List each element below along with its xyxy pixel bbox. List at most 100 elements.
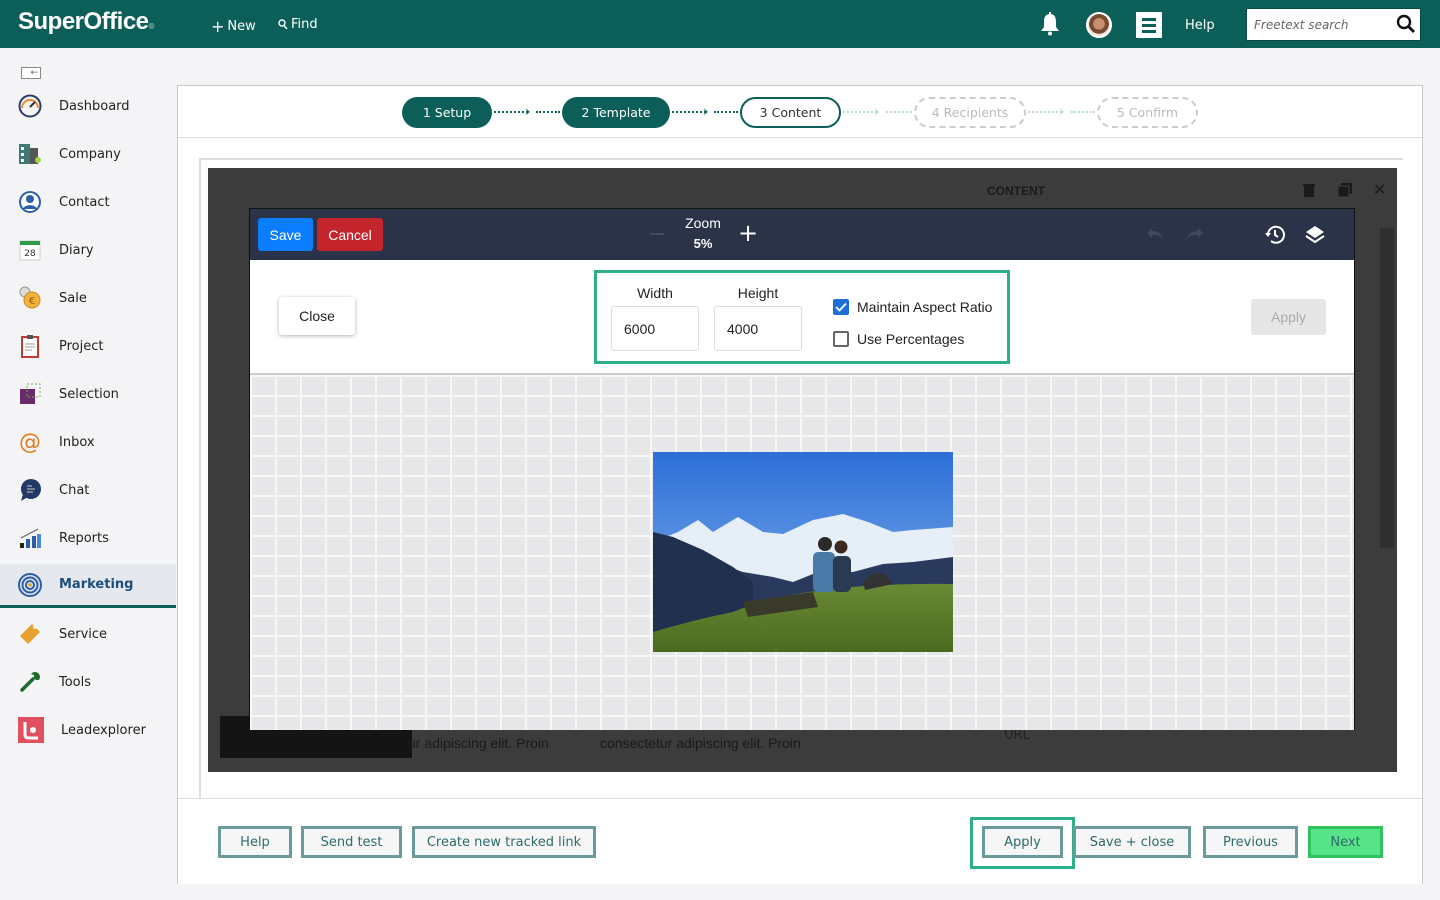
- lorem-text-left: ur adipiscing elit. Proin: [408, 735, 549, 751]
- svg-text:28: 28: [24, 249, 36, 259]
- chevron-right-icon: ›: [703, 104, 709, 120]
- step-connector: [714, 111, 738, 113]
- lorem-text-right: consectetur adipiscing elit. Proin: [600, 735, 801, 751]
- landscape-photo[interactable]: [653, 452, 953, 652]
- redo-icon[interactable]: [1183, 223, 1207, 247]
- next-button[interactable]: Next: [1308, 826, 1383, 858]
- sale-coin-icon: €: [19, 286, 41, 309]
- resize-controls: Close Width Height Maintain Aspect Ratio…: [250, 260, 1354, 375]
- sidebar-item-service[interactable]: Service: [0, 612, 176, 656]
- checkbox-unchecked-icon: [833, 331, 849, 347]
- chevron-right-icon: ›: [1059, 104, 1065, 120]
- save-button[interactable]: Save: [258, 218, 313, 251]
- sidebar-item-sale[interactable]: € Sale: [0, 276, 176, 320]
- step-recipients[interactable]: 4 Recipients: [914, 97, 1026, 128]
- main-menu-button[interactable]: [1136, 12, 1162, 38]
- find-button[interactable]: Find: [278, 17, 318, 32]
- help-button[interactable]: Help: [218, 826, 292, 858]
- marketing-target-icon: [18, 572, 42, 597]
- step-connector: [886, 111, 912, 113]
- dashboard-gauge-icon: [18, 94, 42, 118]
- undo-icon[interactable]: [1143, 223, 1167, 247]
- step-connector: [494, 111, 528, 113]
- step-connector: [536, 111, 560, 113]
- superoffice-logo[interactable]: SuperOffice®: [18, 8, 154, 36]
- close-button[interactable]: Close: [279, 297, 355, 335]
- user-avatar[interactable]: [1086, 12, 1112, 38]
- use-percentages-checkbox[interactable]: Use Percentages: [833, 331, 964, 347]
- zoom-value: 5%: [693, 236, 713, 251]
- previous-button[interactable]: Previous: [1203, 826, 1298, 858]
- image-canvas: [250, 375, 1354, 730]
- save-close-button[interactable]: Save + close: [1073, 826, 1191, 858]
- sidebar-item-leadexplorer[interactable]: Leadexplorer: [0, 708, 176, 752]
- sidebar-item-chat[interactable]: Chat: [0, 468, 176, 512]
- sidebar-item-selection[interactable]: Selection: [0, 372, 176, 416]
- history-icon[interactable]: [1263, 223, 1287, 247]
- image-editor-modal: Save Cancel Zoom 5% + Close Width Height…: [249, 208, 1355, 730]
- zoom-label: Zoom: [685, 215, 721, 231]
- contact-person-icon: [19, 191, 41, 213]
- help-link[interactable]: Help: [1185, 18, 1215, 33]
- step-content[interactable]: 3 Content: [740, 97, 841, 128]
- height-label: Height: [737, 285, 779, 301]
- freetext-search: [1246, 8, 1421, 41]
- new-button[interactable]: + New: [211, 17, 256, 36]
- apply-resize-button[interactable]: Apply: [1251, 299, 1326, 335]
- chevron-right-icon: ›: [525, 104, 531, 120]
- url-label: URL: [1004, 728, 1030, 743]
- send-test-button[interactable]: Send test: [301, 826, 402, 858]
- width-label: Width: [637, 285, 673, 301]
- wizard-steps: 1 Setup › 2 Template › 3 Content › 4 Rec…: [178, 86, 1422, 138]
- trash-icon[interactable]: [1301, 182, 1317, 198]
- scrollbar[interactable]: [1380, 228, 1394, 548]
- search-icon: [278, 19, 288, 30]
- step-connector: [843, 111, 877, 113]
- step-confirm[interactable]: 5 Confirm: [1097, 97, 1198, 128]
- search-icon[interactable]: [1396, 14, 1416, 34]
- chat-bubble-icon: [21, 479, 41, 501]
- cancel-button[interactable]: Cancel: [317, 218, 383, 251]
- collapse-sidebar-button[interactable]: ←: [21, 67, 41, 79]
- sidebar-item-contact[interactable]: Contact: [0, 180, 176, 224]
- duplicate-icon[interactable]: [1337, 182, 1353, 198]
- sidebar-item-project[interactable]: Project: [0, 324, 176, 368]
- sidebar-item-company[interactable]: Company: [0, 132, 176, 176]
- zoom-in-button[interactable]: +: [738, 221, 758, 245]
- step-setup[interactable]: 1 Setup: [402, 97, 492, 128]
- apply-button[interactable]: Apply: [982, 826, 1063, 858]
- step-connector: [672, 111, 706, 113]
- checkbox-checked-icon: [833, 299, 849, 315]
- step-connector: [1071, 111, 1095, 113]
- zoom-out-button[interactable]: [650, 233, 664, 235]
- footer-actions: Help Send test Create new tracked link A…: [178, 798, 1422, 884]
- company-building-icon: [19, 144, 41, 164]
- search-input[interactable]: [1247, 9, 1387, 40]
- service-ticket-icon: [20, 624, 40, 644]
- svg-text:€: €: [29, 296, 35, 307]
- chevron-right-icon: ›: [874, 104, 880, 120]
- maintain-aspect-ratio-checkbox[interactable]: Maintain Aspect Ratio: [833, 299, 992, 315]
- sidebar-item-marketing[interactable]: Marketing: [0, 564, 176, 608]
- leadexplorer-icon: [18, 717, 44, 743]
- sidebar: ← Dashboard Company Contact 28 Diary € S…: [0, 48, 176, 900]
- sidebar-item-tools[interactable]: Tools: [0, 660, 176, 704]
- close-panel-icon[interactable]: ✕: [1373, 182, 1389, 198]
- sidebar-item-dashboard[interactable]: Dashboard: [0, 84, 176, 128]
- image-editor-toolbar: Save Cancel Zoom 5% +: [250, 209, 1354, 260]
- content-panel-title: CONTENT: [987, 184, 1045, 198]
- sidebar-item-reports[interactable]: Reports: [0, 516, 176, 560]
- svg-text:@: @: [19, 430, 41, 454]
- inbox-at-icon: @: [19, 430, 41, 454]
- step-template[interactable]: 2 Template: [562, 97, 670, 128]
- sidebar-item-inbox[interactable]: @ Inbox: [0, 420, 176, 464]
- project-clipboard-icon: [21, 335, 39, 358]
- height-input[interactable]: [714, 306, 802, 351]
- create-tracked-link-button[interactable]: Create new tracked link: [412, 826, 596, 858]
- tools-wrench-icon: [20, 672, 40, 692]
- layers-icon[interactable]: [1303, 223, 1327, 247]
- sidebar-item-diary[interactable]: 28 Diary: [0, 228, 176, 272]
- diary-calendar-icon: 28: [19, 240, 41, 261]
- width-input[interactable]: [611, 306, 699, 351]
- notification-bell-icon[interactable]: [1039, 12, 1061, 36]
